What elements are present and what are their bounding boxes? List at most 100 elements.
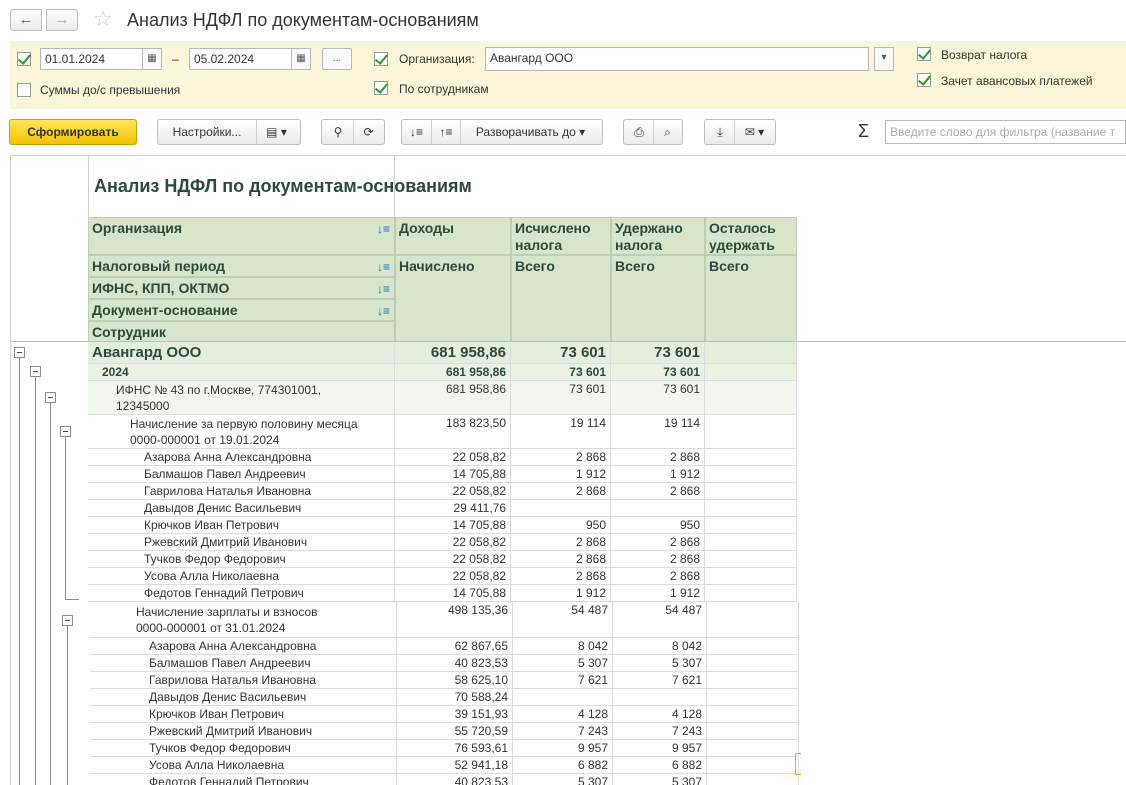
- row-remain: [705, 466, 797, 482]
- table-row[interactable]: Федотов Геннадий Петрович 14 705,88 1 912 1…: [88, 585, 797, 602]
- row-remain: [705, 534, 797, 550]
- header-tax-period[interactable]: Налоговый период ↓≡: [88, 255, 395, 277]
- tax-refund-checkbox[interactable]: [917, 47, 931, 61]
- table-row[interactable]: Авангард ООО 681 958,86 73 601 73 601: [88, 342, 797, 364]
- header-income[interactable]: Доходы: [395, 217, 511, 255]
- calendar-to-icon[interactable]: ▦: [291, 48, 311, 70]
- row-income: 681 958,86: [395, 364, 511, 380]
- advance-offset-checkbox[interactable]: [917, 73, 931, 87]
- generate-button[interactable]: Сформировать: [9, 119, 137, 145]
- table-row[interactable]: Давыдов Денис Васильевич 70 588,24: [90, 689, 799, 706]
- table-row[interactable]: Балмашов Павел Андреевич 40 823,53 5 307 5 …: [90, 655, 799, 672]
- sort-desc-icon[interactable]: ↓≡: [402, 120, 431, 144]
- row-remain: [705, 415, 797, 448]
- table-row[interactable]: Крючков Иван Петрович 39 151,93 4 128 4 128: [90, 706, 799, 723]
- sort-icon[interactable]: ↓≡: [377, 303, 390, 320]
- table-row[interactable]: Федотов Геннадий Петрович 40 823,53 5 307 5…: [90, 774, 799, 785]
- collapse-ifns-toggle[interactable]: [45, 392, 56, 403]
- header-remaining-total[interactable]: Всего: [705, 255, 797, 342]
- row-label: Усова Алла Николаевна: [90, 757, 397, 773]
- mail-icon[interactable]: ✉ ▾: [734, 120, 774, 144]
- table-row[interactable]: Азарова Анна Александровна 62 867,65 8 042…: [90, 638, 799, 655]
- preview-icon[interactable]: ⌕: [653, 120, 681, 144]
- header-calculated[interactable]: Исчислено налога: [511, 217, 611, 255]
- table-row[interactable]: Тучков Федор Федорович 76 593,61 9 957 9 95…: [90, 740, 799, 757]
- table-row[interactable]: Начисление за первую половину месяца 0000…: [88, 415, 797, 449]
- search-replace-icon[interactable]: ⟳: [353, 120, 383, 144]
- row-remain: [705, 517, 797, 533]
- table-row[interactable]: Тучков Федор Федорович 22 058,82 2 868 2 86…: [88, 551, 797, 568]
- by-employees-checkbox[interactable]: [374, 81, 388, 95]
- row-remain: [705, 483, 797, 499]
- date-to-input[interactable]: 05.02.2024: [189, 48, 293, 70]
- filter-input[interactable]: Введите слово для фильтра (название т: [885, 120, 1126, 144]
- table-row[interactable]: Гаврилова Наталья Ивановна 22 058,82 2 868…: [88, 483, 797, 500]
- search-group: ⚲ ⟳: [321, 119, 385, 145]
- org-dropdown-icon[interactable]: ▾: [874, 47, 894, 71]
- calendar-from-icon[interactable]: ▦: [142, 48, 162, 70]
- amounts-checkbox[interactable]: [17, 83, 31, 97]
- sort-icon[interactable]: ↓≡: [377, 221, 390, 238]
- row-income: 22 058,82: [395, 551, 511, 567]
- expand-to-button[interactable]: Разворачивать до ▾: [460, 120, 600, 144]
- row-calc: 4 128: [513, 706, 613, 722]
- settings-button[interactable]: Настройки...: [158, 120, 256, 144]
- star-icon[interactable]: ☆: [93, 6, 113, 32]
- collapse-period-toggle[interactable]: [30, 366, 41, 377]
- table-row[interactable]: Гаврилова Наталья Ивановна 58 625,10 7 621…: [90, 672, 799, 689]
- header-withheld-total[interactable]: Всего: [611, 255, 705, 342]
- table-row[interactable]: Балмашов Павел Андреевич 14 705,88 1 912 1 …: [88, 466, 797, 483]
- table-row[interactable]: ИФНС № 43 по г.Москве, 774301001, 1234500…: [88, 381, 797, 415]
- sigma-icon[interactable]: Σ: [858, 121, 869, 142]
- variants-icon[interactable]: ▤ ▾: [256, 120, 296, 144]
- period-select-button[interactable]: ...: [322, 48, 352, 70]
- print-icon[interactable]: ⎙: [625, 120, 653, 144]
- sort-asc-icon[interactable]: ↑≡: [431, 120, 460, 144]
- search-icon[interactable]: ⚲: [323, 120, 353, 144]
- header-ifns[interactable]: ИФНС, КПП, ОКТМО ↓≡: [88, 277, 395, 299]
- collapse-doc2-toggle[interactable]: [62, 615, 73, 626]
- header-accrued[interactable]: Начислено: [395, 255, 511, 342]
- row-label: Гаврилова Наталья Ивановна: [90, 672, 397, 688]
- header-employee[interactable]: Сотрудник: [88, 321, 395, 342]
- org-input[interactable]: Авангард ООО: [485, 47, 869, 71]
- table-row[interactable]: Усова Алла Николаевна 52 941,18 6 882 6 882: [90, 757, 799, 774]
- row-remain: [705, 568, 797, 584]
- tree-line: [67, 626, 68, 785]
- row-withheld: 5 307: [613, 655, 707, 671]
- table-row[interactable]: Давыдов Денис Васильевич 29 411,76: [88, 500, 797, 517]
- row-income: 55 720,59: [397, 723, 513, 739]
- table-row[interactable]: Азарова Анна Александровна 22 058,82 2 868…: [88, 449, 797, 466]
- row-remain: [707, 757, 799, 773]
- table-row[interactable]: Усова Алла Николаевна 22 058,82 2 868 2 868: [88, 568, 797, 585]
- header-document[interactable]: Документ-основание ↓≡: [88, 299, 395, 321]
- row-income: 22 058,82: [395, 568, 511, 584]
- table-row[interactable]: Начисление зарплаты и взносов 0000-000001…: [90, 602, 799, 638]
- row-withheld: 6 882: [613, 757, 707, 773]
- header-organization[interactable]: Организация ↓≡: [88, 217, 395, 255]
- sort-icon[interactable]: ↓≡: [377, 259, 390, 276]
- row-remain: [707, 638, 799, 654]
- collapse-doc1-toggle[interactable]: [60, 426, 71, 437]
- date-from-input[interactable]: 01.01.2024: [40, 48, 144, 70]
- row-label: Усова Алла Николаевна: [88, 568, 395, 584]
- row-calc: 54 487: [513, 602, 613, 637]
- row-calc: 6 882: [513, 757, 613, 773]
- header-withheld[interactable]: Удержано налога: [611, 217, 705, 255]
- row-calc: 7 243: [513, 723, 613, 739]
- table-row[interactable]: Ржевский Дмитрий Иванович 22 058,82 2 868 2…: [88, 534, 797, 551]
- forward-button[interactable]: →: [46, 9, 78, 31]
- period-checkbox[interactable]: [17, 52, 31, 66]
- row-label: Гаврилова Наталья Ивановна: [88, 483, 395, 499]
- collapse-org-toggle[interactable]: [14, 347, 25, 358]
- header-calc-total[interactable]: Всего: [511, 255, 611, 342]
- sort-icon[interactable]: ↓≡: [377, 281, 390, 298]
- table-row[interactable]: 2024 681 958,86 73 601 73 601: [88, 364, 797, 381]
- row-label: Федотов Геннадий Петрович: [90, 774, 397, 785]
- back-button[interactable]: ←: [10, 9, 42, 31]
- header-remaining[interactable]: Осталось удержать: [705, 217, 797, 255]
- table-row[interactable]: Крючков Иван Петрович 14 705,88 950 950: [88, 517, 797, 534]
- table-row[interactable]: Ржевский Дмитрий Иванович 55 720,59 7 243 7…: [90, 723, 799, 740]
- org-checkbox[interactable]: [374, 52, 388, 66]
- download-icon[interactable]: ⤓: [706, 120, 734, 144]
